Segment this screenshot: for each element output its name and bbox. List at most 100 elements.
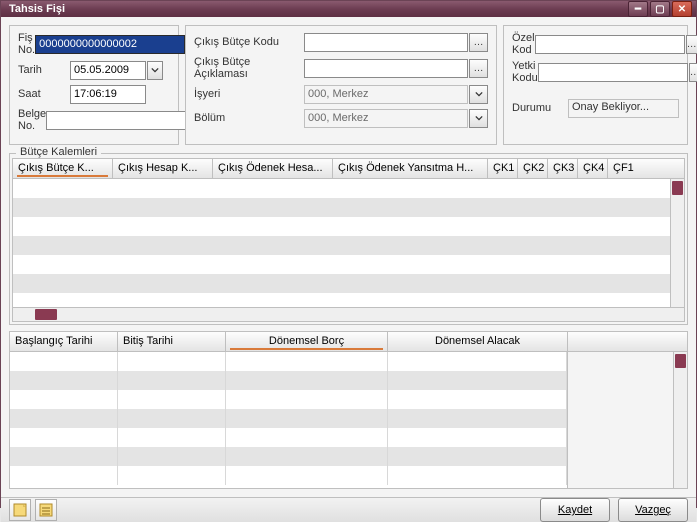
yetki-kodu-browse[interactable]: … [689,63,697,82]
scrollbar-thumb[interactable] [672,181,683,195]
table-row[interactable] [10,352,567,371]
durumu-label: Durumu [512,102,568,114]
grid1-header: Çıkış Bütçe K... Çıkış Hesap K... Çıkış … [13,159,684,179]
col-ck1[interactable]: ÇK1 [488,159,518,178]
row-durumu: Durumu Onay Bekliyor... [512,98,679,118]
fieldset-legend: Bütçe Kalemleri [16,146,101,158]
window-buttons: ━ ▢ ✕ [628,1,692,17]
cancel-button-label: Vazgeç [635,504,671,516]
col-donemsel-alacak[interactable]: Dönemsel Alacak [388,332,567,351]
row-ozel-kod: Özel Kod … [512,32,679,56]
col-bitis-tarihi[interactable]: Bitiş Tarihi [118,332,226,351]
col-cikis-butce-k[interactable]: Çıkış Bütçe K... [13,159,113,178]
cikis-butce-kodu-browse[interactable]: … [469,33,488,52]
bolum-label: Bölüm [194,112,304,124]
row-isyeri: İşyeri [194,84,488,104]
ellipsis-icon: … [474,37,484,48]
tarih-label: Tarih [18,64,70,76]
grid1-vscroll[interactable] [670,179,684,307]
col-ck4[interactable]: ÇK4 [578,159,608,178]
col-ck3[interactable]: ÇK3 [548,159,578,178]
bolum-dropdown[interactable] [469,109,488,128]
col-cikis-odenek-yansitma[interactable]: Çıkış Ödenek Yansıtma H... [333,159,488,178]
top-panels: Fiş No. Tarih Saat Belge No. [9,25,688,145]
col-donemsel-borc[interactable]: Dönemsel Borç [226,332,388,351]
scrollbar-thumb[interactable] [675,354,686,368]
isyeri-input [304,85,468,104]
cikis-butce-acik-input[interactable] [304,59,468,78]
fisno-input[interactable] [35,35,185,54]
ozel-kod-input[interactable] [535,35,685,54]
durumu-value: Onay Bekliyor... [568,99,679,118]
scrollbar-thumb[interactable] [35,309,57,320]
note-lines-icon [39,503,53,517]
tarih-input[interactable] [70,61,146,80]
grid1-body[interactable] [13,179,684,307]
panel-budget: Çıkış Bütçe Kodu … Çıkış Bütçe Açıklamas… [185,25,497,145]
belgeno-input[interactable] [46,111,196,130]
chevron-down-icon [475,90,483,98]
col-cikis-hesap-k[interactable]: Çıkış Hesap K... [113,159,213,178]
cikis-butce-kodu-input[interactable] [304,33,468,52]
cikis-butce-acik-browse[interactable]: … [469,59,488,78]
tarih-picker-button[interactable] [147,61,163,80]
col-cikis-odenek-hesa[interactable]: Çıkış Ödenek Hesa... [213,159,333,178]
grid2-body[interactable] [10,352,567,485]
minimize-button[interactable]: ━ [628,1,648,17]
table-row[interactable] [13,274,684,293]
table-row[interactable] [13,198,684,217]
col-cf1[interactable]: ÇF1 [608,159,684,178]
titlebar[interactable]: Tahsis Fişi ━ ▢ ✕ [1,1,696,17]
saat-input[interactable] [70,85,146,104]
table-row[interactable] [10,390,567,409]
col-ck2[interactable]: ÇK2 [518,159,548,178]
table-row[interactable] [10,409,567,428]
fisno-label: Fiş No. [18,32,35,56]
grid-budget-lines[interactable]: Çıkış Bütçe K... Çıkış Hesap K... Çıkış … [12,158,685,322]
table-row[interactable] [10,466,567,485]
table-row[interactable] [13,236,684,255]
window-title: Tahsis Fişi [9,3,628,15]
row-yetki-kodu: Yetki Kodu … [512,60,679,84]
isyeri-label: İşyeri [194,88,304,100]
fieldset-butce-kalemleri: Bütçe Kalemleri Çıkış Bütçe K... Çıkış H… [9,153,688,325]
belgeno-label: Belge No. [18,108,46,132]
row-belgeno: Belge No. [18,108,170,132]
grid1-hscroll[interactable] [13,307,684,321]
note-yellow-icon [13,503,27,517]
row-cikis-butce-kodu: Çıkış Bütçe Kodu … [194,32,488,52]
grid-periods[interactable]: Başlangıç Tarihi Bitiş Tarihi Dönemsel B… [9,331,688,489]
bottom-toolbar: Kaydet Vazgeç [1,497,696,522]
cikis-butce-acik-label: Çıkış Bütçe Açıklaması [194,56,304,80]
isyeri-dropdown[interactable] [469,85,488,104]
note-button-1[interactable] [9,499,31,521]
chevron-down-icon [151,66,159,74]
ellipsis-icon: … [474,63,484,74]
table-row[interactable] [13,179,684,198]
table-row[interactable] [10,428,567,447]
close-button[interactable]: ✕ [672,1,692,17]
grid2-vscroll[interactable] [673,352,687,488]
table-row[interactable] [13,255,684,274]
ozel-kod-browse[interactable]: … [686,35,697,54]
grid2-right-pane [567,332,687,488]
table-row[interactable] [13,217,684,236]
ellipsis-icon: … [687,39,697,50]
yetki-kodu-label: Yetki Kodu [512,60,538,84]
table-row[interactable] [10,371,567,390]
table-row[interactable] [10,447,567,466]
note-button-2[interactable] [35,499,57,521]
window-body: Fiş No. Tarih Saat Belge No. [1,17,696,497]
panel-codes: Özel Kod … Yetki Kodu … Durumu Onay Bekl… [503,25,688,145]
maximize-button[interactable]: ▢ [650,1,670,17]
row-bolum: Bölüm [194,108,488,128]
grid2-header: Başlangıç Tarihi Bitiş Tarihi Dönemsel B… [10,332,567,352]
col-baslangic-tarihi[interactable]: Başlangıç Tarihi [10,332,118,351]
panel-identity: Fiş No. Tarih Saat Belge No. [9,25,179,145]
bolum-input [304,109,468,128]
cancel-button[interactable]: Vazgeç [618,498,688,522]
save-button[interactable]: Kaydet [540,498,610,522]
yetki-kodu-input[interactable] [538,63,688,82]
save-button-label: Kaydet [558,504,592,516]
ellipsis-icon: … [690,67,697,78]
